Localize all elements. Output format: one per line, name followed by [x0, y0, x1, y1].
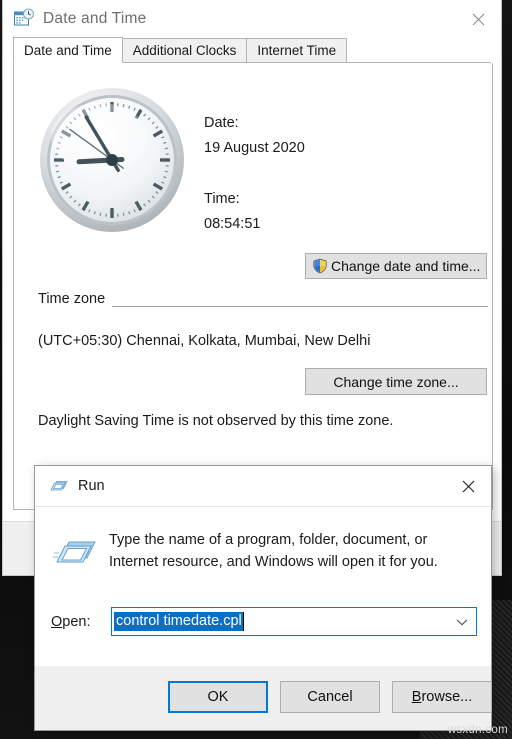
change-time-zone-button[interactable]: Change time zone...	[305, 368, 487, 395]
change-time-zone-label: Change time zone...	[333, 373, 459, 390]
browse-label-rest: rowse...	[421, 689, 473, 705]
tab-date-and-time[interactable]: Date and Time	[13, 37, 123, 63]
run-dialog: Run Type the name of a program, folder, …	[34, 465, 492, 731]
daylight-saving-note: Daylight Saving Time is not observed by …	[38, 413, 394, 429]
tab-label: Internet Time	[257, 43, 337, 58]
run-titlebar: Run	[35, 466, 491, 507]
browse-button[interactable]: Browse...	[392, 681, 492, 713]
open-accelerator: O	[51, 614, 63, 630]
open-label-rest: pen:	[62, 614, 91, 630]
window-title: Date and Time	[43, 10, 147, 27]
change-date-and-time-button[interactable]: Change date and time...	[305, 253, 487, 279]
time-value: 08:54:51	[204, 216, 261, 232]
window-titlebar: Date and Time	[3, 0, 501, 38]
run-description: Type the name of a program, folder, docu…	[109, 532, 438, 571]
date-label: Date:	[204, 115, 239, 131]
watermark: wsxdn.com	[447, 724, 508, 736]
cancel-label: Cancel	[307, 689, 353, 705]
tabstrip: Date and Time Additional Clocks Internet…	[13, 37, 491, 63]
open-input[interactable]: control timedate.cpl	[111, 607, 477, 636]
uac-shield-icon	[312, 258, 328, 274]
date-value: 19 August 2020	[204, 140, 305, 156]
time-zone-value: (UTC+05:30) Chennai, Kolkata, Mumbai, Ne…	[38, 333, 371, 349]
browse-label: Browse...	[412, 689, 472, 705]
calendar-clock-icon	[13, 8, 35, 30]
tab-internet-time[interactable]: Internet Time	[246, 38, 348, 62]
run-title: Run	[78, 478, 105, 494]
analog-clock	[37, 85, 187, 235]
tab-label: Date and Time	[24, 42, 112, 58]
close-icon[interactable]	[445, 466, 491, 507]
tab-page-date-and-time: Date: 19 August 2020 Time: 08:54:51 Chan…	[13, 63, 493, 510]
run-window-icon	[49, 476, 69, 496]
ok-label: OK	[207, 689, 229, 705]
change-date-and-time-label: Change date and time...	[331, 258, 481, 274]
chevron-down-icon[interactable]	[448, 608, 476, 635]
tab-label: Additional Clocks	[132, 43, 237, 58]
open-label: Open:	[51, 614, 91, 630]
open-input-value: control timedate.cpl	[114, 612, 243, 631]
time-zone-group-label: Time zone	[38, 291, 113, 307]
run-dialog-body: Type the name of a program, folder, docu…	[35, 507, 491, 666]
text-caret	[242, 612, 244, 631]
browse-accelerator: B	[411, 689, 422, 705]
time-label: Time:	[204, 191, 240, 207]
run-dialog-buttons: OK Cancel Browse...	[35, 666, 492, 731]
run-window-icon-large	[51, 529, 99, 577]
ok-button[interactable]: OK	[168, 681, 268, 713]
tab-additional-clocks[interactable]: Additional Clocks	[121, 38, 248, 62]
cancel-button[interactable]: Cancel	[280, 681, 380, 713]
close-icon[interactable]	[455, 0, 501, 38]
